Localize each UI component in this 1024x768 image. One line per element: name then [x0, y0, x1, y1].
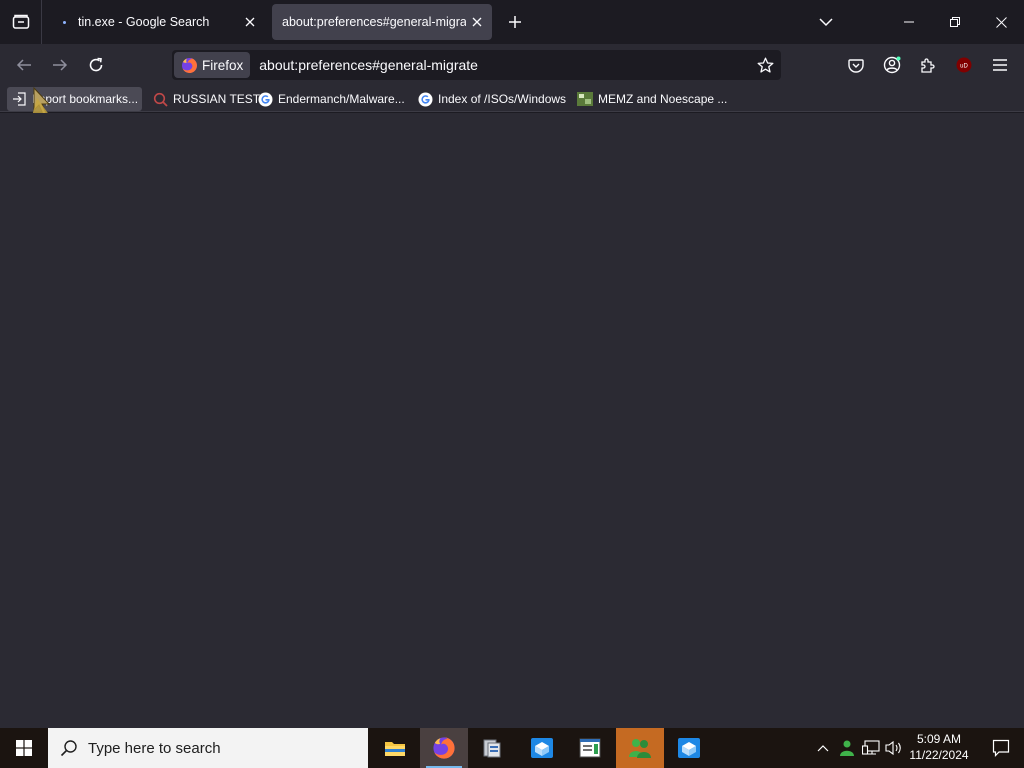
sandbox-box-icon	[678, 738, 700, 758]
import-icon	[11, 91, 27, 107]
tray-user-app[interactable]	[836, 728, 858, 768]
search-icon	[60, 739, 78, 757]
tab-strip: tin.exe - Google Search about:preference…	[0, 0, 1024, 44]
restore-icon	[950, 17, 960, 27]
speaker-icon	[885, 740, 901, 756]
identity-label: Firefox	[202, 57, 244, 73]
show-hidden-icons-button[interactable]	[813, 728, 833, 768]
forward-button[interactable]	[47, 52, 73, 78]
taskbar-installer[interactable]	[468, 728, 516, 768]
search-placeholder: Type here to search	[88, 739, 221, 757]
taskbar-sandbox-app[interactable]	[518, 728, 566, 768]
account-icon	[883, 56, 901, 74]
ublock-origin-icon: uD	[956, 57, 972, 73]
reload-button[interactable]	[83, 52, 109, 78]
folder-icon	[385, 742, 405, 756]
taskbar-sandbox-app-2[interactable]	[665, 728, 713, 768]
bookmarks-toolbar: Import bookmarks... RUSSIAN TEST Enderma…	[0, 86, 1024, 112]
tab-loading-dot	[63, 20, 66, 24]
bookmark-russian-test[interactable]: RUSSIAN TEST	[148, 87, 264, 111]
taskbar-firefox[interactable]	[420, 728, 468, 768]
page-content	[0, 113, 1024, 728]
tab-google-search[interactable]: tin.exe - Google Search	[50, 4, 265, 40]
notepad-icon	[579, 738, 601, 758]
restore-button[interactable]	[932, 0, 978, 44]
close-icon	[995, 16, 1007, 28]
identity-box[interactable]: Firefox	[174, 52, 251, 78]
bookmark-label: Endermanch/Malware...	[278, 92, 405, 106]
navigation-toolbar: Firefox about:preferences#general-migrat…	[0, 44, 1024, 86]
taskbar-search-box[interactable]: Type here to search	[48, 728, 368, 768]
magnifier-bookmark-icon	[152, 91, 168, 107]
close-tab-button[interactable]	[466, 11, 488, 33]
close-window-button[interactable]	[978, 0, 1024, 44]
bookmark-label: RUSSIAN TEST	[173, 92, 261, 106]
back-button[interactable]	[11, 52, 37, 78]
tray-volume[interactable]	[883, 728, 905, 768]
application-menu-button[interactable]	[987, 52, 1013, 78]
bookmark-star-button[interactable]	[752, 52, 778, 78]
clock-date: 11/22/2024	[909, 748, 969, 762]
taskbar-notepad-app[interactable]	[566, 728, 614, 768]
network-icon	[862, 740, 880, 755]
messenger-buddies-icon	[629, 739, 651, 758]
bookmark-label: Index of /ISOs/Windows	[438, 92, 567, 106]
sandbox-box-icon	[531, 738, 553, 758]
close-icon	[245, 17, 255, 27]
firefox-view-button[interactable]	[0, 0, 42, 44]
arrow-left-icon	[16, 59, 31, 71]
bookmark-endermanch-malware[interactable]: Endermanch/Malware...	[253, 87, 409, 111]
hamburger-menu-icon	[993, 59, 1007, 71]
plus-icon	[509, 16, 521, 28]
tab-title: about:preferences#general-migrate	[282, 15, 466, 29]
ublock-origin-button[interactable]: uD	[951, 52, 977, 78]
arrow-right-icon	[53, 59, 68, 71]
notification-icon	[992, 739, 1010, 757]
minimize-icon	[904, 21, 914, 23]
user-green-icon	[840, 740, 854, 756]
puzzle-icon	[921, 58, 935, 73]
firefox-view-icon	[12, 14, 29, 29]
firefox-logo-icon	[182, 57, 197, 73]
tray-network[interactable]	[860, 728, 882, 768]
url-text[interactable]: about:preferences#general-migrate	[259, 57, 752, 73]
bookmark-index-isos-windows[interactable]: Index of /ISOs/Windows	[413, 87, 570, 111]
extensions-button[interactable]	[915, 52, 941, 78]
address-bar[interactable]: Firefox about:preferences#general-migrat…	[172, 50, 781, 80]
reload-icon	[89, 57, 103, 72]
bookmark-label: MEMZ and Noescape ...	[598, 92, 728, 106]
pocket-icon	[848, 58, 864, 73]
bookmark-memz-noescape[interactable]: MEMZ and Noescape ...	[573, 87, 731, 111]
list-all-tabs-button[interactable]	[814, 10, 838, 34]
clock-time: 5:09 AM	[916, 732, 962, 746]
svg-text:uD: uD	[960, 64, 968, 70]
taskbar-clock[interactable]: 5:09 AM 11/22/2024	[903, 731, 975, 763]
windows-taskbar: Type here to search 5:09 AM 11/22/2024	[0, 728, 1024, 768]
google-icon	[417, 91, 433, 107]
tab-title: tin.exe - Google Search	[78, 15, 210, 29]
pocket-button[interactable]	[843, 52, 869, 78]
chevron-up-icon	[817, 745, 829, 752]
new-tab-button[interactable]	[503, 10, 527, 34]
close-tab-button[interactable]	[239, 11, 261, 33]
taskbar-msn-messenger[interactable]	[616, 728, 664, 768]
minimize-button[interactable]	[886, 0, 932, 44]
firefox-logo-icon	[433, 737, 455, 759]
windows-logo-icon	[16, 740, 32, 756]
installer-icon	[483, 739, 501, 758]
image-site-icon	[577, 91, 593, 107]
chevron-down-icon	[819, 18, 833, 27]
star-icon	[757, 57, 773, 73]
action-center-button[interactable]	[978, 728, 1024, 768]
tab-preferences[interactable]: about:preferences#general-migrate	[272, 4, 492, 40]
account-button[interactable]	[879, 52, 905, 78]
start-button[interactable]	[0, 728, 48, 768]
google-icon	[257, 91, 273, 107]
close-icon	[472, 17, 482, 27]
taskbar-file-explorer[interactable]	[371, 728, 419, 768]
